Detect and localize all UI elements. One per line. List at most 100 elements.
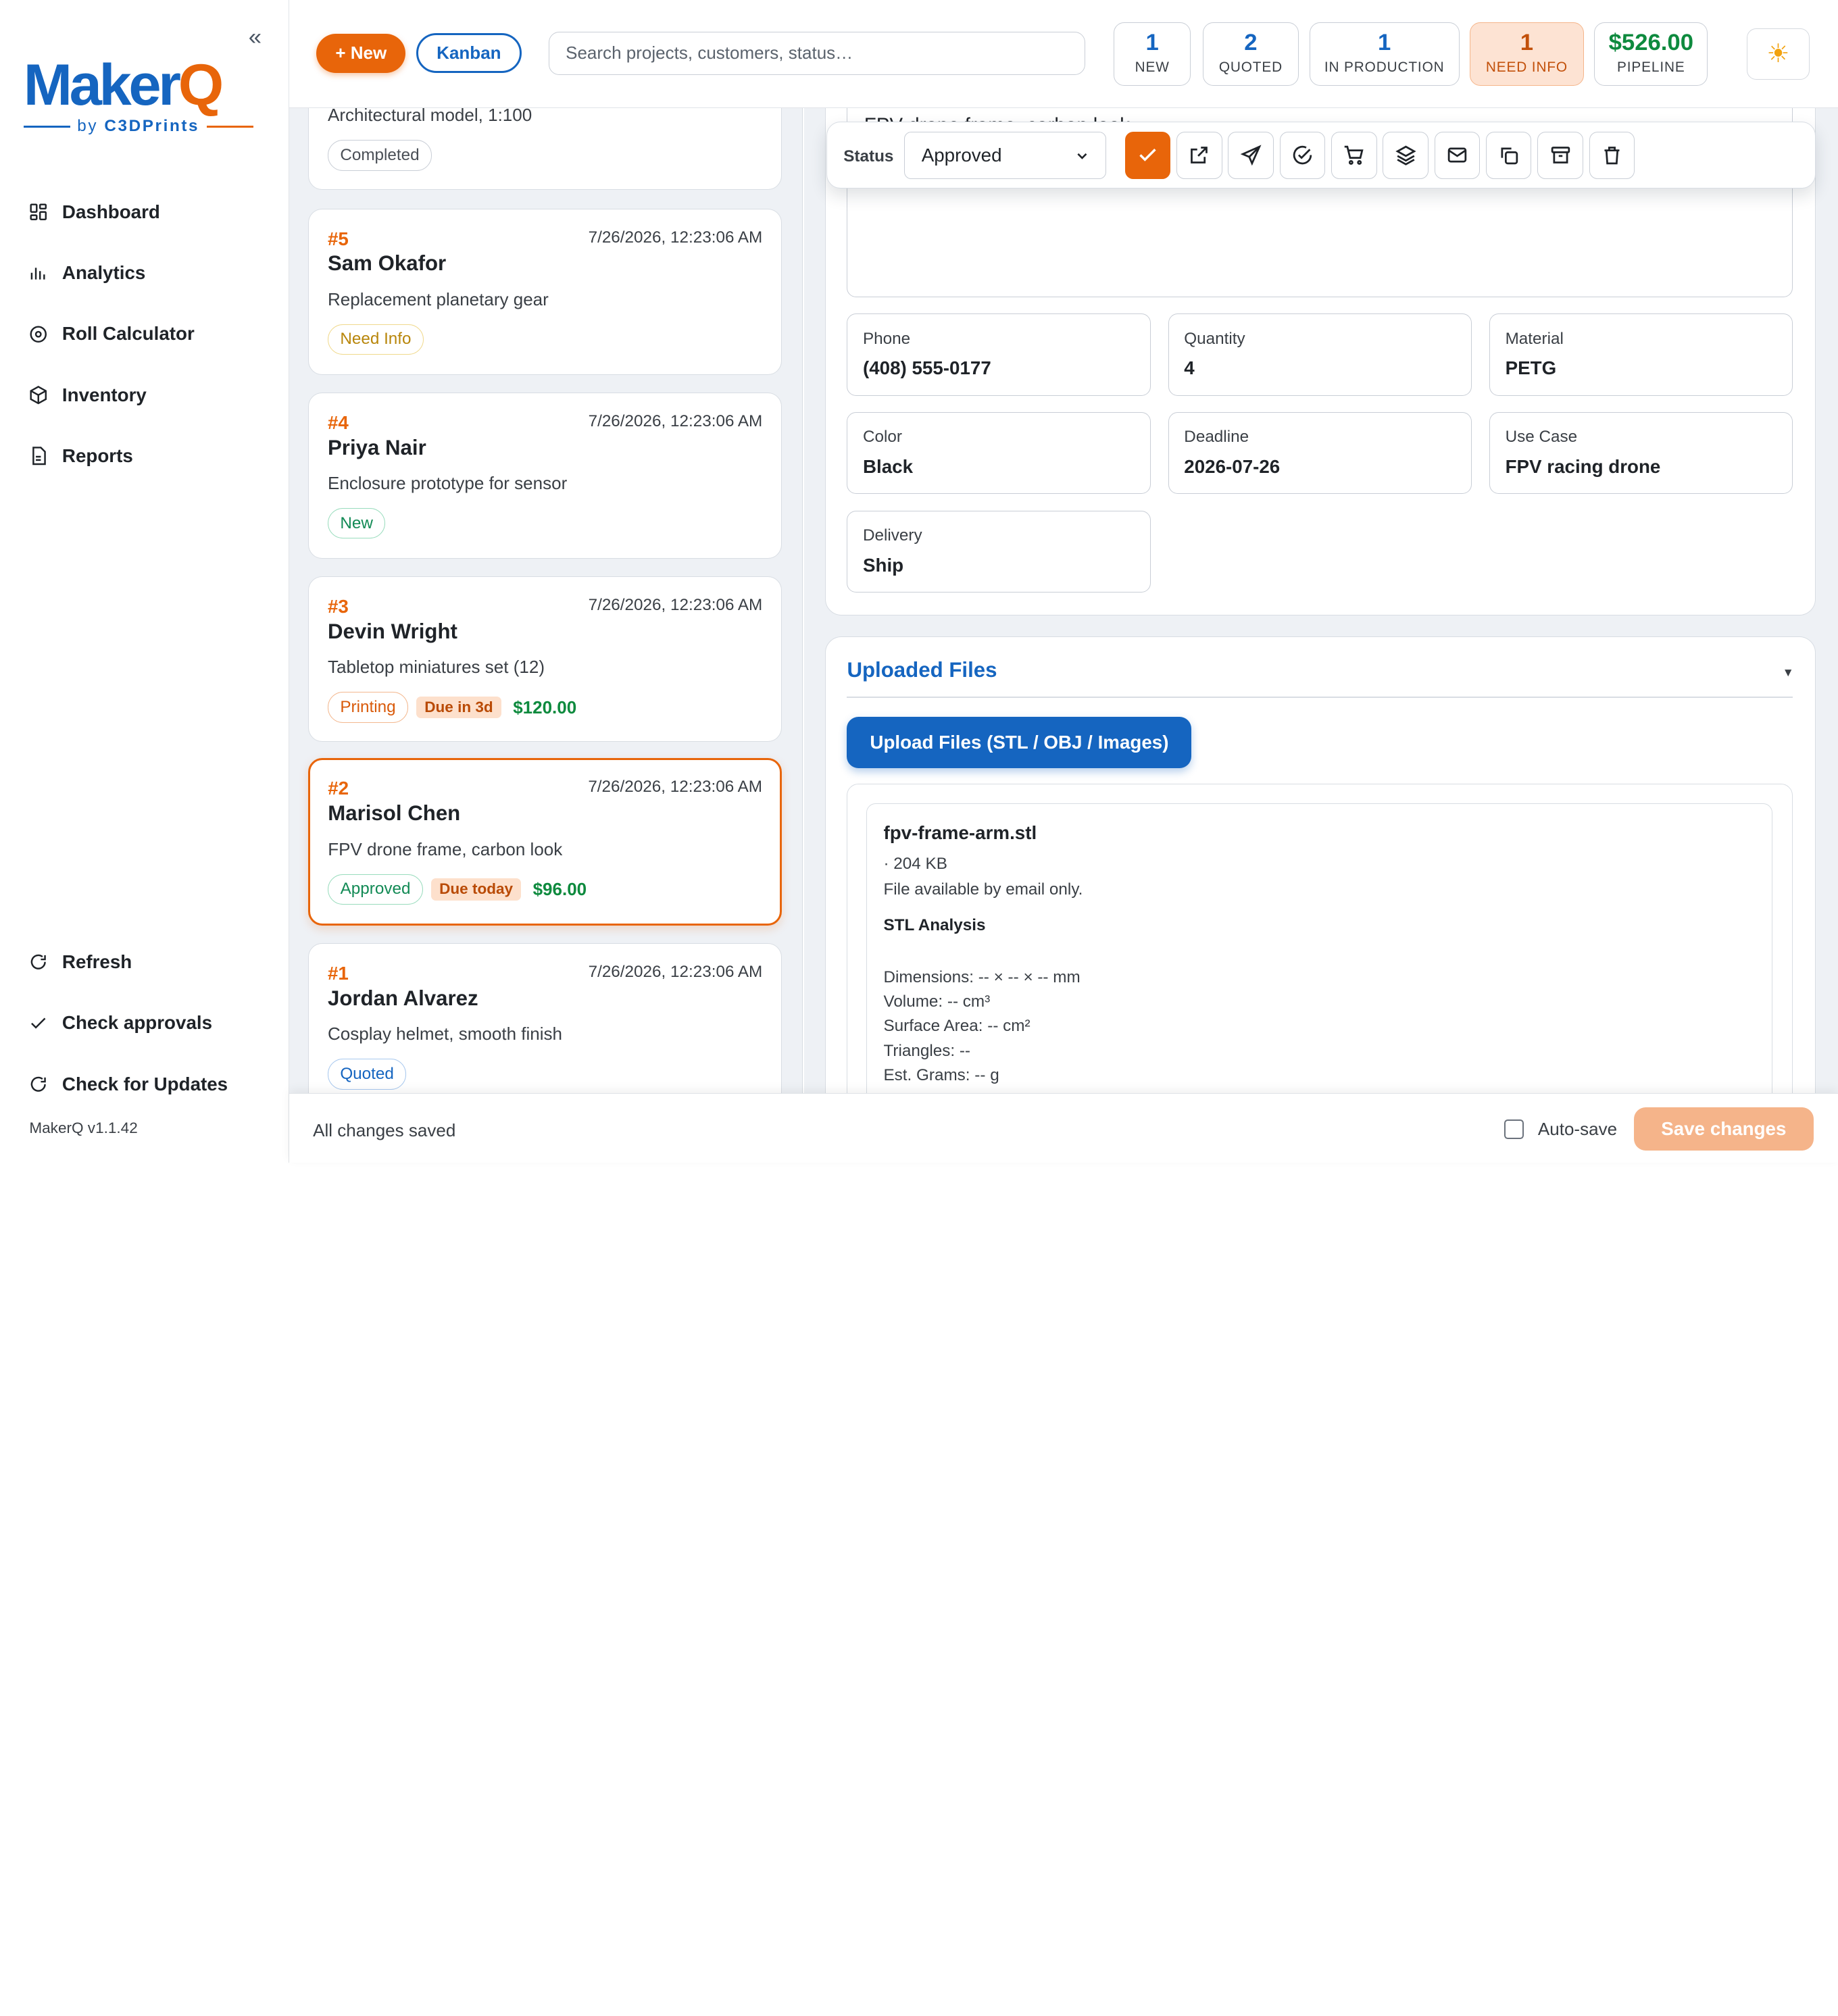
mark-complete-button[interactable] [1279,132,1326,179]
collapse-caret-icon[interactable]: ▼ [1783,665,1794,680]
project-card[interactable]: #5 7/26/2026, 12:23:06 AM Sam Okafor Rep… [308,208,783,376]
refresh-icon [30,1076,46,1092]
box-icon [30,385,47,405]
sidebar-item-dashboard[interactable]: Dashboard [28,182,274,243]
customer-name: Marisol Chen [328,801,461,826]
project-list: Architectural model, 1:100 Completed #5 … [289,107,803,1094]
stat-need-info[interactable]: 1 NEED INFO [1470,22,1584,86]
project-card[interactable]: #4 7/26/2026, 12:23:06 AM Priya Nair Enc… [308,393,783,559]
field-label: Quantity [1184,329,1245,348]
logo-divider [206,126,253,128]
stat-value: $526.00 [1608,30,1694,56]
layers-button[interactable] [1383,132,1429,179]
project-card[interactable]: #1 7/26/2026, 12:23:06 AM Jordan Alvarez… [308,943,783,1094]
stl-analysis: Dimensions: -- × -- × -- mm Volume: -- c… [883,965,1755,1088]
uploaded-files-title[interactable]: Uploaded Files [847,658,997,682]
project-card[interactable]: #3 7/26/2026, 12:23:06 AM Devin Wright T… [308,576,783,742]
sidebar-item-label: Reports [61,445,133,466]
sidebar-item-inventory[interactable]: Inventory [28,364,274,425]
kanban-button[interactable]: Kanban [416,32,522,73]
stat-quoted[interactable]: 2 QUOTED [1202,22,1299,86]
stat-pipeline[interactable]: $526.00 PIPELINE [1594,22,1708,86]
project-number: #1 [327,963,349,984]
apply-status-button[interactable] [1124,132,1171,179]
refresh-button[interactable]: Refresh [28,932,274,992]
field-value: 2026-07-26 [1184,456,1281,478]
version-label: MakerQ v1.1.42 [29,1119,138,1136]
stl-surface-area: Surface Area: -- cm² [883,1017,1030,1036]
deadline-field[interactable]: Deadline 2026-07-26 [1168,411,1472,495]
sidebar-item-label: Dashboard [61,201,160,222]
use-case-field[interactable]: Use Case FPV racing drone [1489,411,1793,495]
field-value: PETG [1505,357,1557,379]
check-updates-button[interactable]: Check for Updates [28,1053,274,1114]
save-changes-button[interactable]: Save changes [1634,1107,1814,1151]
sidebar-item-reports[interactable]: Reports [28,426,274,486]
project-description: FPV drone frame, carbon look [328,838,563,859]
autosave-toggle[interactable]: Auto-save [1504,1119,1617,1140]
sidebar-nav: Dashboard Analytics Roll Calculator Inve… [28,182,274,486]
project-description: Cosplay helmet, smooth finish [327,1024,563,1044]
project-price: $120.00 [513,697,577,717]
order-button[interactable] [1331,132,1377,179]
delivery-field[interactable]: Delivery Ship [847,510,1151,593]
search-input[interactable] [548,31,1086,75]
sidebar-actions: Refresh Check approvals Check for Update… [28,932,274,1115]
upload-files-button[interactable]: Upload Files (STL / OBJ / Images) [847,716,1192,769]
project-date: 7/26/2026, 12:23:06 AM [588,778,763,797]
field-value: FPV racing drone [1505,456,1661,478]
field-value: Ship [862,554,904,576]
stat-new[interactable]: 1 NEW [1113,22,1191,86]
send-button[interactable] [1228,132,1274,179]
logo-subtitle: by C3DPrints [77,117,200,136]
project-card[interactable]: Architectural model, 1:100 Completed [308,107,783,190]
customer-name: Devin Wright [327,619,457,643]
autosave-checkbox[interactable] [1504,1119,1524,1140]
stl-volume: Volume: -- cm³ [883,992,991,1011]
check-approvals-button[interactable]: Check approvals [28,992,274,1053]
status-badge: Completed [327,140,432,171]
field-label: Delivery [862,526,922,545]
new-project-button[interactable]: + New [316,34,406,73]
field-label: Material [1505,329,1564,348]
delete-button[interactable] [1589,132,1635,179]
project-number: #4 [327,411,349,433]
status-badge: New [327,508,386,539]
target-icon [30,326,47,343]
save-status: All changes saved [313,1119,456,1140]
check-circle-icon [1293,146,1312,165]
duplicate-button[interactable] [1485,132,1532,179]
sidebar: « MakerQ by C3DPrints Dashboard Analytic… [0,0,290,1163]
cart-icon [1344,146,1364,166]
project-date: 7/26/2026, 12:23:06 AM [588,411,763,430]
theme-toggle-button[interactable]: ☀ [1746,28,1810,80]
quantity-field[interactable]: Quantity 4 [1168,313,1472,396]
sidebar-item-analytics[interactable]: Analytics [28,243,274,303]
material-field[interactable]: Material PETG [1489,313,1793,396]
stl-analysis-title: STL Analysis [883,915,986,934]
stat-in-production[interactable]: 1 IN PRODUCTION [1309,22,1460,86]
status-select[interactable]: Approved [904,132,1106,179]
project-card-selected[interactable]: #2 7/26/2026, 12:23:06 AM Marisol Chen F… [308,758,783,926]
archive-button[interactable] [1537,132,1583,179]
phone-field[interactable]: Phone (408) 555-0177 [847,313,1151,396]
file-note: File available by email only. [883,880,1083,899]
status-badge: Approved [328,874,423,905]
sidebar-item-roll-calculator[interactable]: Roll Calculator [28,303,274,364]
logo: MakerQ by C3DPrints [23,55,276,138]
copy-icon [1501,147,1518,165]
project-description: Enclosure prototype for sensor [327,473,568,494]
color-field[interactable]: Color Black [847,411,1151,495]
topbar: + New Kanban 1 NEW 2 QUOTED 1 IN PRODUCT… [289,0,1838,108]
open-external-button[interactable] [1176,132,1222,179]
customer-name: Priya Nair [327,435,426,459]
check-icon [30,1017,46,1029]
email-button[interactable] [1434,132,1481,179]
sun-icon: ☀ [1766,39,1790,69]
refresh-icon [30,955,46,970]
project-detail: FPV drone frame, carbon look Phone (408)… [804,107,1838,1094]
sidebar-item-label: Roll Calculator [61,323,195,345]
collapse-sidebar-icon[interactable]: « [249,26,262,49]
refresh-label: Refresh [61,951,132,973]
analytics-icon [30,268,45,280]
